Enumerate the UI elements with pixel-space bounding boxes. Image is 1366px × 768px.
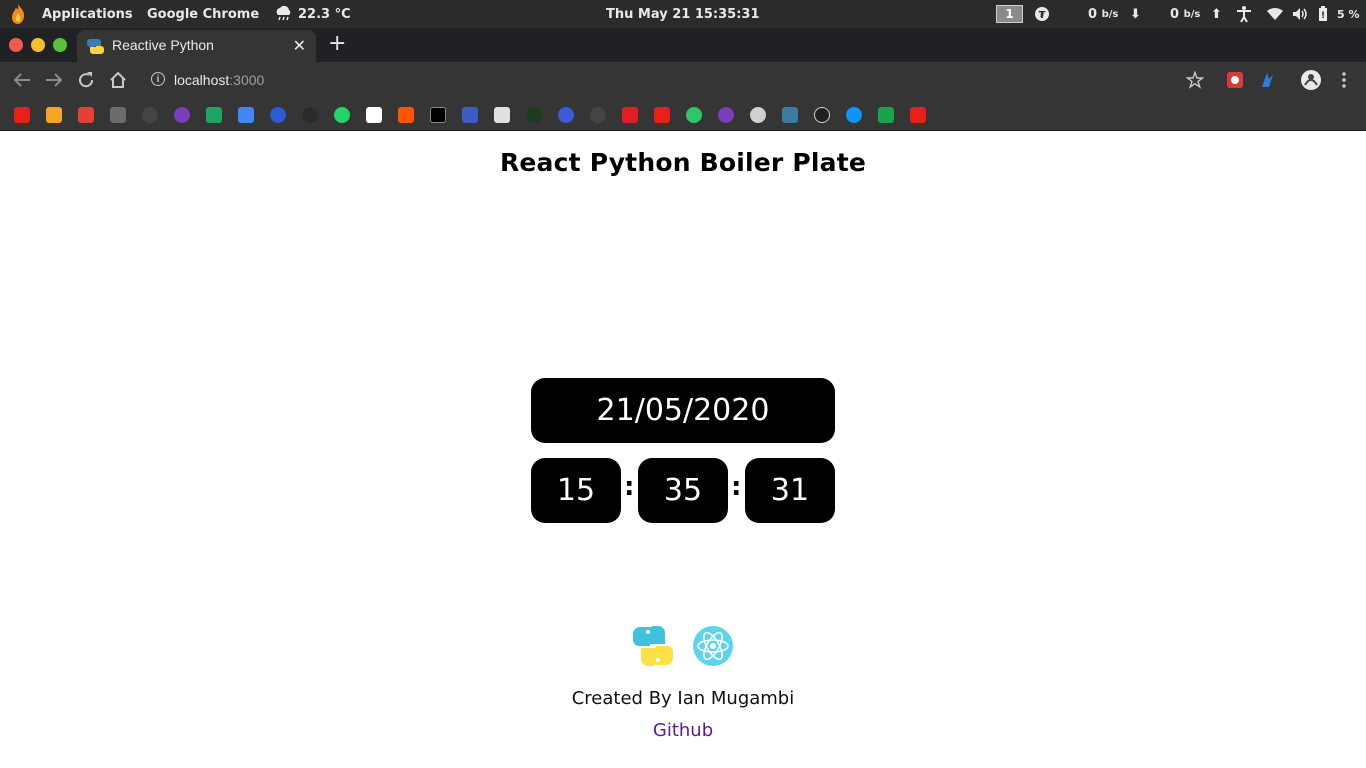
weather-icon: [274, 0, 292, 28]
workspace-indicator[interactable]: 1: [996, 0, 1023, 28]
bookmark-chart-icon[interactable]: [782, 107, 798, 123]
workspace-number: 1: [996, 5, 1023, 23]
bookmark-folder-icon[interactable]: [110, 107, 126, 123]
net-upload-unit: b/s: [1183, 8, 1201, 20]
bookmark-green-icon[interactable]: [526, 107, 542, 123]
browser-tab-strip: Reactive Python ✕ +: [0, 28, 1366, 62]
time-separator: :: [731, 472, 742, 502]
site-info-icon[interactable]: i: [151, 72, 165, 86]
bookmark-messenger-icon[interactable]: [558, 107, 574, 123]
new-tab-button[interactable]: +: [328, 31, 346, 56]
bookmark-globe-icon[interactable]: [750, 107, 766, 123]
battery-icon[interactable]: !: [1318, 0, 1328, 28]
date-display: 21/05/2020: [531, 378, 835, 443]
window-maximize-button[interactable]: [53, 38, 67, 52]
bookmark-firebase-icon[interactable]: [46, 107, 62, 123]
bookmark-youtube-3-icon[interactable]: [910, 107, 926, 123]
bookmark-drive-icon[interactable]: [206, 107, 222, 123]
active-app-label[interactable]: Google Chrome: [147, 0, 259, 28]
bookmark-gamepad-icon[interactable]: [462, 107, 478, 123]
author-credit: Created By Ian Mugambi: [571, 688, 795, 709]
system-clock[interactable]: Thu May 21 15:35:31: [606, 0, 760, 28]
bookmark-bit-icon[interactable]: [174, 107, 190, 123]
page-content: React Python Boiler Plate 21/05/2020 15 …: [0, 132, 1366, 768]
bookmark-pypi-icon[interactable]: [846, 107, 862, 123]
profile-avatar-icon[interactable]: [1300, 69, 1322, 91]
bookmark-bit-2-icon[interactable]: [718, 107, 734, 123]
bookmark-hashnode-icon[interactable]: [270, 107, 286, 123]
url-port: :3000: [229, 72, 265, 88]
url-text: localhost:3000: [174, 72, 264, 88]
tab-close-icon[interactable]: ✕: [293, 36, 306, 56]
volume-icon[interactable]: [1292, 0, 1308, 28]
bookmark-flag-icon[interactable]: [878, 107, 894, 123]
extension-red-icon[interactable]: [1224, 69, 1246, 91]
tab-reactive-python[interactable]: Reactive Python ✕: [77, 30, 316, 62]
extension-blue-icon[interactable]: [1256, 69, 1278, 91]
python-logo-icon: [631, 624, 675, 668]
minutes-display: 35: [638, 458, 728, 523]
upload-arrow-icon: ⬆: [1211, 6, 1222, 22]
bookmark-whatsapp-icon[interactable]: [334, 107, 350, 123]
app-launcher-icon[interactable]: [9, 0, 27, 28]
bookmark-gmail-icon[interactable]: [78, 107, 94, 123]
net-download-unit: b/s: [1101, 8, 1119, 20]
bookmark-reader-icon[interactable]: [494, 107, 510, 123]
window-minimize-button[interactable]: [31, 38, 45, 52]
applications-menu[interactable]: Applications: [42, 0, 133, 28]
net-upload-value: 0: [1170, 6, 1180, 22]
bookmark-soundcloud-icon[interactable]: [398, 107, 414, 123]
os-top-panel: Applications Google Chrome 22.3 °C Thu M…: [0, 0, 1366, 28]
bookmark-netflix-icon[interactable]: [622, 107, 638, 123]
bookmark-github-dark-icon[interactable]: [142, 107, 158, 123]
back-arrow-icon[interactable]: [11, 69, 33, 91]
bookmark-tv-icon[interactable]: [430, 107, 446, 123]
bookmark-youtube-2-icon[interactable]: [654, 107, 670, 123]
home-icon[interactable]: [107, 69, 129, 91]
net-upload-speed: 0 b/s: [1170, 0, 1200, 28]
svg-text:₮: ₮: [1039, 10, 1046, 21]
bookmark-github-icon[interactable]: [590, 107, 606, 123]
time-separator: :: [624, 472, 635, 502]
net-download-speed: 0 b/s: [1088, 0, 1118, 28]
window-close-button[interactable]: [9, 38, 23, 52]
chrome-menu-icon[interactable]: [1333, 69, 1355, 91]
tab-title: Reactive Python: [112, 37, 214, 53]
wifi-icon[interactable]: [1266, 0, 1284, 28]
weather-temperature[interactable]: 22.3 °C: [298, 0, 351, 28]
svg-text:!: !: [1321, 11, 1325, 21]
address-bar[interactable]: i localhost:3000: [142, 66, 1218, 94]
download-arrow-icon: ⬇: [1130, 6, 1141, 22]
bookmark-docs-icon[interactable]: [238, 107, 254, 123]
hours-display: 15: [531, 458, 621, 523]
bookmark-android-icon[interactable]: [686, 107, 702, 123]
python-favicon-icon: [87, 38, 104, 58]
browser-toolbar: i localhost:3000: [0, 62, 1366, 98]
bookmark-r-icon[interactable]: [302, 107, 318, 123]
bookmarks-bar: [0, 98, 1366, 131]
bookmark-wikipedia-icon[interactable]: [366, 107, 382, 123]
tip-jar-icon[interactable]: ₮: [1034, 0, 1050, 28]
reload-icon[interactable]: [75, 69, 97, 91]
url-host: localhost: [174, 72, 230, 88]
page-title: React Python Boiler Plate: [499, 148, 867, 177]
battery-percentage[interactable]: 5 %: [1337, 0, 1360, 28]
bookmark-youtube-icon[interactable]: [14, 107, 30, 123]
accessibility-icon[interactable]: [1236, 0, 1252, 28]
github-link[interactable]: Github: [0, 720, 1366, 741]
seconds-display: 31: [745, 458, 835, 523]
net-download-value: 0: [1088, 6, 1098, 22]
bookmark-x-circle-icon[interactable]: [814, 107, 830, 123]
forward-arrow-icon[interactable]: [43, 69, 65, 91]
bookmark-star-icon[interactable]: [1184, 69, 1206, 91]
react-logo-icon: [691, 624, 735, 668]
